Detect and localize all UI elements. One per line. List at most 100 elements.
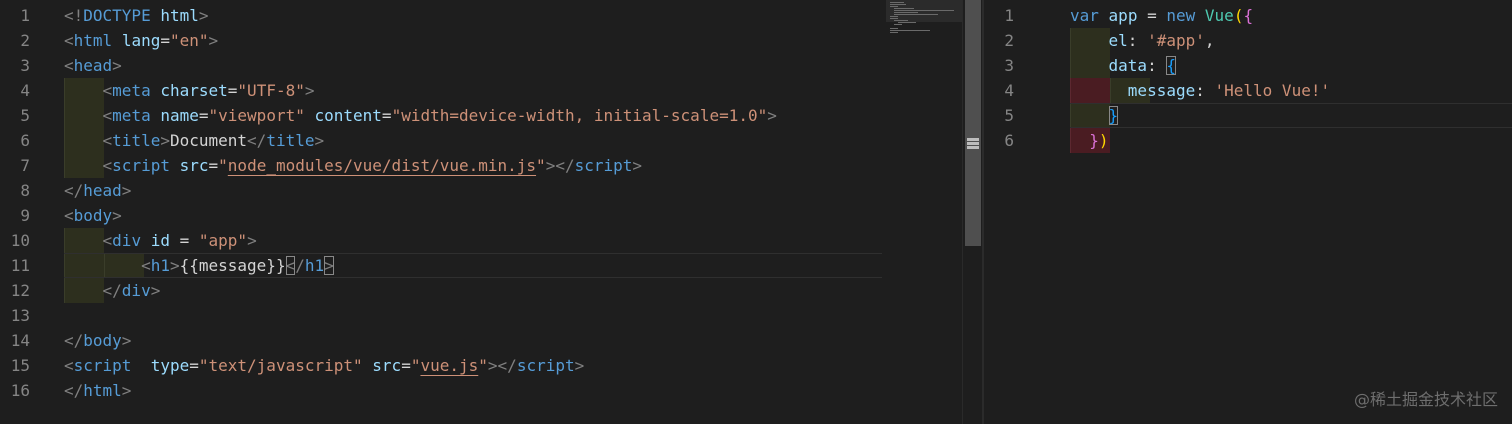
code-token: : <box>1195 81 1215 100</box>
code-token: = <box>208 156 219 175</box>
code-token: > <box>112 56 122 75</box>
code-line[interactable]: message: 'Hello Vue!' <box>1070 78 1330 103</box>
code-line[interactable]: <title>Document</title> <box>64 128 325 153</box>
code-line[interactable]: <head> <box>64 53 122 78</box>
code-token: > <box>160 131 170 150</box>
code-token: = <box>198 106 209 125</box>
code-token: id <box>150 231 170 250</box>
code-token: Vue <box>1204 6 1234 25</box>
code-line[interactable]: <h1>{{message}}</h1> <box>64 253 334 278</box>
code-token: </ <box>102 281 122 300</box>
code-line[interactable]: <meta charset="UTF-8"> <box>64 78 315 103</box>
code-line[interactable]: } <box>1070 103 1119 128</box>
js-editor-pane[interactable]: 123456 var app = new Vue({ el: '#app', d… <box>984 0 1512 424</box>
code-token: < <box>102 131 113 150</box>
code-line[interactable]: <body> <box>64 203 122 228</box>
code-line[interactable]: <div id = "app"> <box>64 228 257 253</box>
code-token: > <box>304 81 315 100</box>
code-token: node_modules/vue/dist/vue.min.js <box>227 156 537 175</box>
code-line[interactable]: data: { <box>1070 53 1176 78</box>
code-token: > <box>247 231 257 250</box>
code-token: data <box>1108 56 1148 75</box>
minimap-line <box>890 30 930 31</box>
minimap-line <box>894 12 918 13</box>
minimap-line <box>890 32 898 33</box>
code-token: { <box>1166 56 1176 75</box>
code-token: = <box>169 231 199 250</box>
code-token: > <box>121 381 132 400</box>
line-number: 6 <box>1004 131 1014 150</box>
code-line[interactable]: <meta name="viewport" content="width=dev… <box>64 103 777 128</box>
code-token: > <box>208 31 219 50</box>
watermark: @稀土掘金技术社区 <box>1353 390 1498 409</box>
code-line[interactable]: <html lang="en"> <box>64 28 218 53</box>
minimap-line <box>890 16 898 17</box>
line-number: 3 <box>1004 56 1014 75</box>
code-token: } <box>1089 131 1099 150</box>
code-token: app <box>1108 6 1138 25</box>
code-token: title <box>112 131 161 150</box>
code-token: name <box>160 106 199 125</box>
code-token: , <box>1204 31 1215 50</box>
code-token: html <box>83 381 122 400</box>
code-token: body <box>83 331 122 350</box>
code-line[interactable]: </div> <box>64 278 161 303</box>
current-line-highlight <box>1070 103 1512 128</box>
code-token: head <box>83 181 122 200</box>
line-number: 2 <box>1004 31 1014 50</box>
code-token: new <box>1166 6 1196 25</box>
code-token: < <box>285 256 296 275</box>
code-token: > <box>112 206 122 225</box>
code-token: > <box>150 281 161 300</box>
code-token: < <box>64 206 74 225</box>
code-token: "en" <box>169 31 209 50</box>
line-number: 15 <box>10 356 30 375</box>
line-number: 16 <box>10 381 30 400</box>
code-token: < <box>102 156 113 175</box>
code-line[interactable]: el: '#app', <box>1070 28 1215 53</box>
code-line[interactable]: var app = new Vue({ <box>1070 3 1253 28</box>
code-token: head <box>73 56 113 75</box>
code-token: : <box>1127 31 1148 50</box>
code-token: < <box>102 81 113 100</box>
code-line[interactable]: <script type="text/javascript" src="vue.… <box>64 353 584 378</box>
code-token: </ <box>247 131 267 150</box>
code-token: </ <box>64 381 84 400</box>
code-token: html <box>73 31 113 50</box>
code-token: </ <box>64 331 84 350</box>
code-token: <! <box>64 6 84 25</box>
code-token: = <box>189 356 199 375</box>
code-line[interactable]: </head> <box>64 178 131 203</box>
line-number: 10 <box>10 231 30 250</box>
line-number: 13 <box>10 306 30 325</box>
code-token: body <box>73 206 113 225</box>
code-token: "UTF-8" <box>237 81 305 100</box>
html-editor-pane[interactable]: 1 2 3 4 5 6 7 8 9 10 11 12 13 14 15 16 <!DOCTYPE html> <… <box>0 0 962 424</box>
code-token: script <box>516 356 575 375</box>
code-line[interactable]: </html> <box>64 378 131 403</box>
code-token: lang <box>121 31 161 50</box>
code-line[interactable]: <!DOCTYPE html> <box>64 3 209 28</box>
code-token: / <box>295 256 305 275</box>
code-line[interactable]: </body> <box>64 328 131 353</box>
code-token: > <box>324 256 334 275</box>
code-token: '#app' <box>1147 31 1205 50</box>
minimap[interactable] <box>886 0 962 40</box>
code-line[interactable]: }) <box>1070 128 1108 153</box>
code-token: > <box>121 181 132 200</box>
code-line[interactable]: <script src="node_modules/vue/dist/vue.m… <box>64 153 643 178</box>
code-token: var <box>1070 6 1099 25</box>
code-token: < <box>141 256 151 275</box>
line-number: 8 <box>20 181 30 200</box>
code-token: type <box>150 356 190 375</box>
code-token: " <box>218 156 228 175</box>
